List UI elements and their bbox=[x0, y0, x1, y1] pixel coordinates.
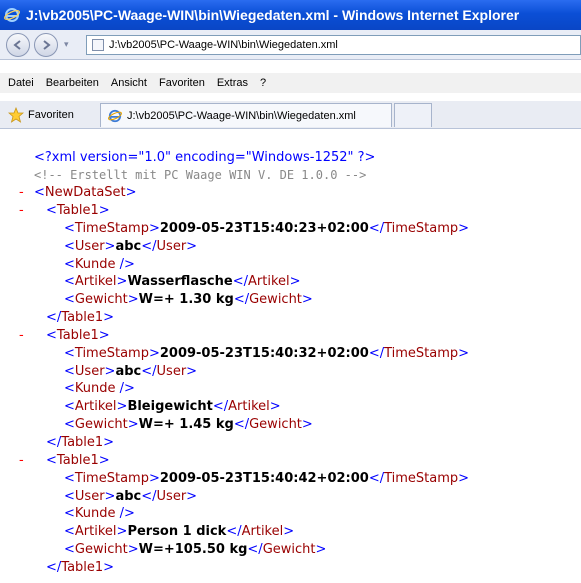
xml-field-user: <User>abc</User> bbox=[64, 239, 198, 254]
xml-record-open[interactable]: - <Table1> bbox=[0, 202, 581, 220]
xml-field-gewicht: <Gewicht>W=+ 1.45 kg</Gewicht> bbox=[64, 417, 313, 432]
title-bar: J:\vb2005\PC-Waage-WIN\bin\Wiegedaten.xm… bbox=[0, 0, 581, 30]
address-bar[interactable]: J:\vb2005\PC-Waage-WIN\bin\Wiegedaten.xm… bbox=[86, 35, 581, 55]
xml-field-gewicht: <Gewicht>W=+ 1.30 kg</Gewicht> bbox=[64, 292, 313, 307]
back-button[interactable] bbox=[6, 33, 30, 57]
collapse-toggle[interactable]: - bbox=[19, 184, 24, 202]
xml-field-timestamp: <TimeStamp>2009-05-23T15:40:42+02:00</Ti… bbox=[64, 471, 470, 486]
new-tab-button[interactable] bbox=[394, 103, 432, 127]
menu-extras[interactable]: Extras bbox=[217, 77, 248, 89]
forward-arrow-icon bbox=[43, 40, 51, 50]
menu-favoriten[interactable]: Favoriten bbox=[159, 77, 205, 89]
address-text: J:\vb2005\PC-Waage-WIN\bin\Wiegedaten.xm… bbox=[109, 39, 338, 51]
tab-current[interactable]: J:\vb2005\PC-Waage-WIN\bin\Wiegedaten.xm… bbox=[100, 103, 392, 127]
menu-bar: Datei Bearbeiten Ansicht Favoriten Extra… bbox=[0, 73, 581, 93]
xml-field-gewicht: <Gewicht>W=+105.50 kg</Gewicht> bbox=[64, 542, 327, 557]
menu-help[interactable]: ? bbox=[260, 77, 266, 89]
collapse-toggle[interactable]: - bbox=[19, 202, 24, 220]
xml-record-close: </Table1> bbox=[46, 560, 115, 575]
xml-record-open[interactable]: - <Table1> bbox=[0, 327, 581, 345]
xml-field-user: <User>abc</User> bbox=[64, 489, 198, 504]
collapse-toggle[interactable]: - bbox=[19, 452, 24, 470]
navigation-bar: ▾ J:\vb2005\PC-Waage-WIN\bin\Wiegedaten.… bbox=[0, 30, 581, 60]
xml-record-open[interactable]: - <Table1> bbox=[0, 452, 581, 470]
favorites-button[interactable]: Favoriten bbox=[8, 106, 74, 124]
xml-comment-text: <!-- Erstellt mit PC Waage WIN V. DE 1.0… bbox=[34, 168, 367, 182]
xml-field-kunde: <Kunde /> bbox=[64, 381, 135, 396]
forward-button[interactable] bbox=[34, 33, 58, 57]
page-icon bbox=[92, 39, 104, 51]
xml-field-timestamp: <TimeStamp>2009-05-23T15:40:32+02:00</Ti… bbox=[64, 346, 470, 361]
back-arrow-icon bbox=[13, 40, 21, 50]
window-title: J:\vb2005\PC-Waage-WIN\bin\Wiegedaten.xm… bbox=[26, 7, 520, 23]
favorites-label: Favoriten bbox=[28, 109, 74, 121]
xml-field-artikel: <Artikel>Person 1 dick</Artikel> bbox=[64, 524, 295, 539]
xml-field-kunde: <Kunde /> bbox=[64, 506, 135, 521]
xml-viewer: <?xml version="1.0" encoding="Windows-12… bbox=[0, 130, 581, 583]
xml-field-artikel: <Artikel>Bleigewicht</Artikel> bbox=[64, 399, 281, 414]
xml-comment: <!-- Erstellt mit PC Waage WIN V. DE 1.0… bbox=[0, 166, 581, 184]
xml-record-close: </Table1> bbox=[46, 310, 115, 325]
tab-title: J:\vb2005\PC-Waage-WIN\bin\Wiegedaten.xm… bbox=[127, 109, 356, 122]
history-dropdown-icon[interactable]: ▾ bbox=[64, 40, 74, 50]
xml-declaration-text: <?xml version="1.0" encoding="Windows-12… bbox=[34, 150, 376, 165]
xml-record-close: </Table1> bbox=[46, 435, 115, 450]
root-tag-name: NewDataSet bbox=[44, 185, 126, 200]
star-icon bbox=[8, 107, 24, 123]
ie-logo-icon bbox=[4, 7, 20, 23]
xml-field-kunde: <Kunde /> bbox=[64, 257, 135, 272]
menu-bearbeiten[interactable]: Bearbeiten bbox=[46, 77, 99, 89]
menu-datei[interactable]: Datei bbox=[8, 77, 34, 89]
xml-root-open[interactable]: - <NewDataSet> bbox=[0, 184, 581, 202]
xml-field-timestamp: <TimeStamp>2009-05-23T15:40:23+02:00</Ti… bbox=[64, 221, 470, 236]
xml-field-artikel: <Artikel>Wasserflasche</Artikel> bbox=[64, 274, 301, 289]
xml-field-user: <User>abc</User> bbox=[64, 364, 198, 379]
tab-ie-icon bbox=[107, 108, 123, 124]
favorites-bar: Favoriten J:\vb2005\PC-Waage-WIN\bin\Wie… bbox=[0, 101, 581, 129]
menu-ansicht[interactable]: Ansicht bbox=[111, 77, 147, 89]
xml-declaration: <?xml version="1.0" encoding="Windows-12… bbox=[0, 149, 581, 167]
collapse-toggle[interactable]: - bbox=[19, 327, 24, 345]
